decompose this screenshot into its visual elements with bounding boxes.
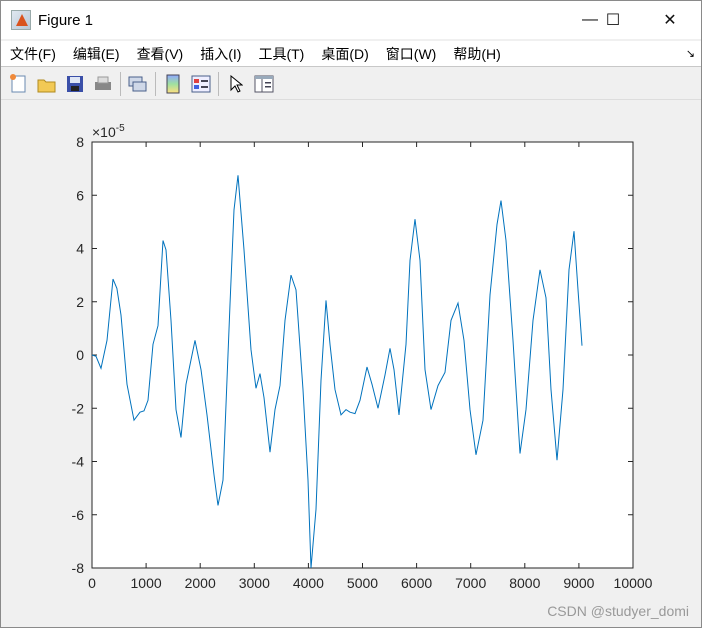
watermark: CSDN @studyer_domi (547, 603, 689, 619)
maximize-button[interactable]: ☐ (590, 1, 636, 39)
x-tick-label: 7000 (455, 575, 486, 591)
menu-window[interactable]: 窗口(W) (386, 44, 437, 64)
x-tick-label: 4000 (293, 575, 324, 591)
menu-edit[interactable]: 编辑(E) (73, 44, 120, 64)
print-icon[interactable] (92, 73, 114, 95)
toolbar-separator (155, 72, 156, 96)
y-tick-label: -4 (72, 454, 85, 470)
y-tick-label: 8 (76, 134, 84, 150)
y-tick-label: -6 (72, 507, 85, 523)
x-tick-label: 5000 (347, 575, 378, 591)
menu-desktop[interactable]: 桌面(D) (321, 44, 368, 64)
y-tick-labels: -8 -6 -4 -2 0 2 4 6 8 (72, 134, 85, 576)
new-figure-icon[interactable] (8, 73, 30, 95)
link-plot-icon[interactable] (127, 73, 149, 95)
toolbar (1, 69, 701, 100)
x-tick-label: 6000 (401, 575, 432, 591)
menu-insert[interactable]: 插入(I) (200, 44, 241, 64)
menu-file[interactable]: 文件(F) (10, 44, 56, 64)
close-button[interactable]: ✕ (647, 1, 693, 39)
property-inspector-icon[interactable] (253, 73, 275, 95)
menu-bar: 文件(F) 编辑(E) 查看(V) 插入(I) 工具(T) 桌面(D) 窗口(W… (1, 41, 701, 67)
x-tick-label: 10000 (614, 575, 653, 591)
pointer-icon[interactable] (225, 73, 247, 95)
colorbar-icon[interactable] (162, 73, 184, 95)
legend-icon[interactable] (190, 73, 212, 95)
x-tick-label: 3000 (239, 575, 270, 591)
menu-help[interactable]: 帮助(H) (453, 44, 500, 64)
dock-arrow-icon[interactable]: ↘ (686, 47, 695, 60)
y-tick-label: 4 (76, 241, 84, 257)
y-tick-label: -2 (72, 400, 85, 416)
y-tick-label: 0 (76, 347, 84, 363)
title-bar: Figure 1 — ☐ ✕ (1, 1, 701, 39)
menu-view[interactable]: 查看(V) (137, 44, 184, 64)
x-tick-label: 0 (88, 575, 96, 591)
x-tick-label: 8000 (509, 575, 540, 591)
x-tick-label: 2000 (185, 575, 216, 591)
menu-tools[interactable]: 工具(T) (258, 44, 304, 64)
figure-canvas: 0 1000 2000 3000 4000 5000 6000 7000 8000 9000 100… (72, 123, 653, 591)
x-tick-label: 1000 (131, 575, 162, 591)
open-file-icon[interactable] (36, 73, 58, 95)
toolbar-separator (218, 72, 219, 96)
y-exponent-label: ×10-5 (92, 123, 125, 140)
matlab-logo-icon (11, 10, 31, 30)
window-title: Figure 1 (38, 11, 94, 29)
toolbar-separator (120, 72, 121, 96)
y-tick-label: 2 (76, 294, 84, 310)
y-tick-label: -8 (72, 560, 85, 576)
y-tick-label: 6 (76, 187, 84, 203)
x-tick-labels: 0 1000 2000 3000 4000 5000 6000 7000 8000 9000 100… (88, 575, 653, 591)
save-icon[interactable] (64, 73, 86, 95)
x-tick-label: 9000 (563, 575, 594, 591)
